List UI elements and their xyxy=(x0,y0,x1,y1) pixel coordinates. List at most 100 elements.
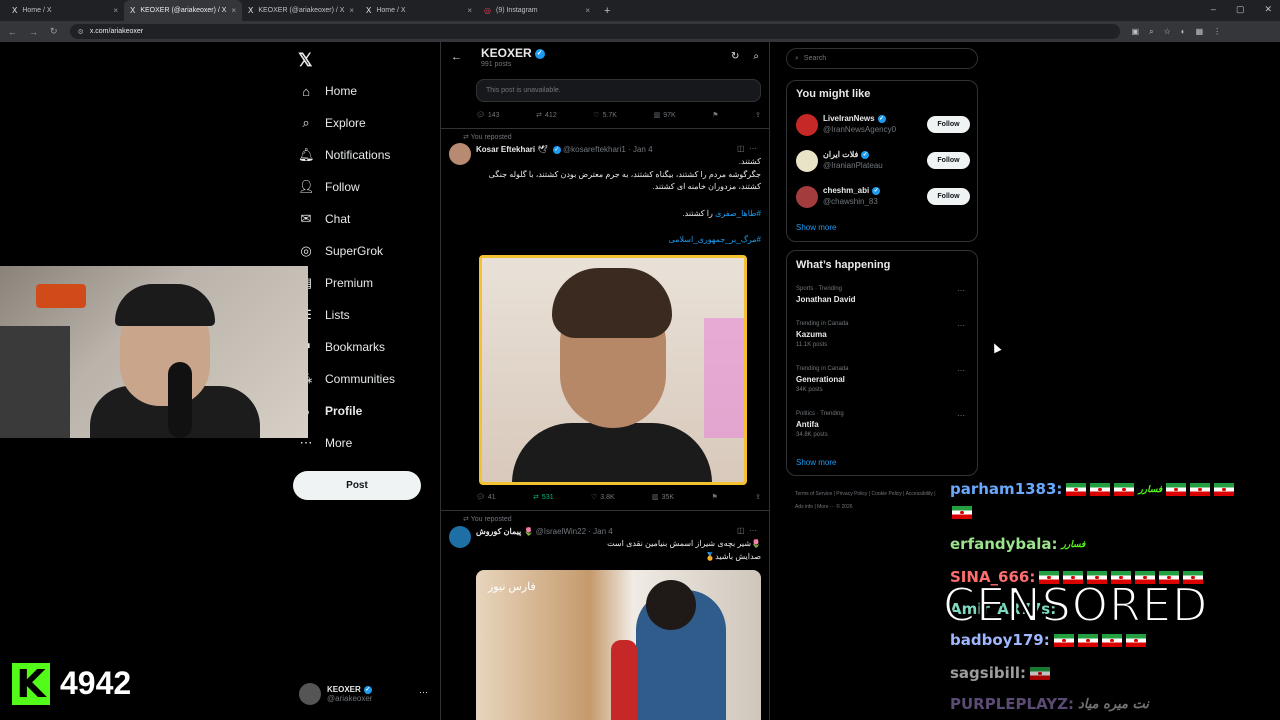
nav-notifications[interactable]: 🔔︎ Notifications xyxy=(298,141,390,169)
nav-chat[interactable]: ✉ Chat xyxy=(298,205,351,233)
trend-item[interactable]: Politics · Trending Antifa 34.8K posts ⋯ xyxy=(796,411,970,438)
bookmark-button[interactable]: ⚑ xyxy=(712,111,718,119)
follow-button[interactable]: Follow xyxy=(927,188,970,205)
tweet-date[interactable]: Jan 4 xyxy=(633,145,653,154)
nav-label: Bookmarks xyxy=(325,340,386,354)
trend-item[interactable]: Trending in Canada Kazuma 11.1K posts ⋯ xyxy=(796,321,970,348)
suggestion-name-row: cheshm_abi ✓ xyxy=(823,186,881,195)
nav-explore[interactable]: ⌕ Explore xyxy=(298,109,365,137)
back-arrow-icon[interactable]: ← xyxy=(8,27,17,37)
tweet-date[interactable]: Jan 4 xyxy=(593,527,613,536)
tab-close-icon[interactable]: × xyxy=(231,6,236,15)
grok-icon[interactable]: ◫ xyxy=(737,144,745,153)
nav-supergrok[interactable]: ◎ SuperGrok xyxy=(298,237,383,265)
reload-icon[interactable]: ↻ xyxy=(50,26,58,37)
trend-item[interactable]: Sports · Trending Jonathan David ⋯ xyxy=(796,286,970,304)
maximize-button[interactable]: ▢ xyxy=(1236,4,1245,15)
follow-suggestion[interactable]: cheshm_abi ✓ @chawshin_83 Follow xyxy=(796,184,970,210)
back-arrow-icon[interactable]: ← xyxy=(451,51,462,63)
hashtag-link[interactable]: #طاها_صفری xyxy=(715,209,761,218)
more-icon[interactable]: ⋯ xyxy=(749,144,757,153)
avatar[interactable] xyxy=(449,143,471,165)
tweet-image[interactable] xyxy=(479,255,747,485)
tab-close-icon[interactable]: × xyxy=(467,6,472,15)
share-button[interactable]: ⇪ xyxy=(755,111,761,119)
show-more-link[interactable]: Show more xyxy=(796,458,836,467)
extensions-puzzle-icon[interactable]: ▦ xyxy=(1196,27,1204,37)
trend-more-icon[interactable]: ⋯ xyxy=(957,286,965,295)
more-icon[interactable]: ⋯ xyxy=(749,526,757,535)
footer-links[interactable]: Terms of Service | Privacy Policy | Cook… xyxy=(795,488,945,514)
trend-more-icon[interactable]: ⋯ xyxy=(957,321,965,330)
instagram-favicon-icon: ◎ xyxy=(484,6,491,15)
extension-icon[interactable]: ◐ xyxy=(1181,27,1186,37)
x-logo-icon[interactable]: 𝕏 xyxy=(298,50,313,71)
chat-emote: فسارر xyxy=(1138,484,1163,495)
tab-close-icon[interactable]: × xyxy=(349,6,354,15)
heart-icon: ♡ xyxy=(593,112,600,119)
bookmark-star-icon[interactable]: ☆ xyxy=(1164,27,1171,37)
browser-tab[interactable]: X KEOXER (@ariakeoxer) / X × xyxy=(242,0,360,21)
close-window-button[interactable]: ✕ xyxy=(1264,4,1272,15)
author-name[interactable]: Kosar Eftekhari xyxy=(476,145,535,154)
share-button[interactable]: ⇪ xyxy=(755,493,761,501)
tweet-menu: ◫ ⋯ xyxy=(737,526,757,535)
new-tab-button[interactable]: + xyxy=(604,5,610,17)
tweet-image[interactable]: فارس نیوز xyxy=(476,570,761,720)
reply-button[interactable]: 💬︎ 41 xyxy=(476,493,496,502)
views-button[interactable]: ▥ 97K xyxy=(654,111,676,120)
like-button[interactable]: ♡ 3.8K xyxy=(591,493,615,502)
bookmark-button[interactable]: ⚑ xyxy=(711,493,717,501)
views-button[interactable]: ▥ 35K xyxy=(652,493,674,502)
grok-icon[interactable]: ◫ xyxy=(737,526,745,535)
avatar[interactable] xyxy=(449,526,471,548)
post-button[interactable]: Post xyxy=(293,471,421,500)
tweet-header: پیمان کوروش 🌷 @IsraelWin22 · Jan 4 xyxy=(476,527,613,536)
follow-suggestion[interactable]: فلات ایران ✓ @IranianPlateau Follow xyxy=(796,148,970,174)
browser-menu-icon[interactable]: ⋮ xyxy=(1213,27,1221,37)
site-info-icon[interactable]: ⚙ xyxy=(78,28,84,36)
follow-button[interactable]: Follow xyxy=(927,116,970,133)
account-switcher[interactable]: KEOXER ✓ @ariakeoxer ⋯ xyxy=(299,683,428,705)
trend-more-icon[interactable]: ⋯ xyxy=(957,411,965,420)
zoom-icon[interactable]: ⌕ xyxy=(1149,27,1153,37)
author-handle[interactable]: @kosareftekhari1 xyxy=(563,145,626,154)
refresh-icon[interactable]: ↻ xyxy=(731,51,739,62)
author-name[interactable]: پیمان کوروش xyxy=(476,527,521,536)
nav-home[interactable]: ⌂ Home xyxy=(298,77,357,105)
cast-icon[interactable]: ▣ xyxy=(1132,27,1140,37)
nav-bookmarks[interactable]: ⚑Bookmarks xyxy=(298,333,385,361)
nav-communities[interactable]: ⁂Communities xyxy=(298,365,396,393)
show-more-link[interactable]: Show more xyxy=(796,223,836,232)
trend-item[interactable]: Trending in Canada Generational 34K post… xyxy=(796,366,970,393)
trend-more-icon[interactable]: ⋯ xyxy=(957,366,965,375)
repost-button[interactable]: ⇄ 412 xyxy=(536,111,557,120)
browser-tab[interactable]: ◎ (9) Instagram × xyxy=(478,0,596,21)
browser-tab[interactable]: X Home / X × xyxy=(6,0,124,21)
nav-follow[interactable]: 👤︎ Follow xyxy=(298,173,360,201)
follow-suggestion[interactable]: LiveIranNews ✓ @IranNewsAgency0 Follow xyxy=(796,112,970,138)
search-input[interactable]: ⌕ Search xyxy=(786,48,978,69)
repost-button[interactable]: ⇄ 531 xyxy=(533,493,554,502)
url-input[interactable]: ⚙ x.com/ariakeoxer xyxy=(69,24,1120,39)
iran-flag-icon xyxy=(1077,634,1098,647)
nav-premium[interactable]: ▤Premium xyxy=(298,269,373,297)
views-count: 97K xyxy=(663,111,676,119)
address-bar-row: ← → ↻ ⚙ x.com/ariakeoxer ▣ ⌕ ☆ ◐ ▦ ⋮ xyxy=(0,21,1280,42)
account-more-icon[interactable]: ⋯ xyxy=(419,687,428,698)
forward-arrow-icon[interactable]: → xyxy=(29,27,38,37)
views-icon: ▥ xyxy=(652,494,659,501)
like-button[interactable]: ♡ 5.7K xyxy=(593,111,617,120)
browser-tab-active[interactable]: X KEOXER (@ariakeoxer) / X × xyxy=(124,0,242,21)
tab-close-icon[interactable]: × xyxy=(585,6,590,15)
hashtag-link[interactable]: #مرگ_بر_جمهوری_اسلامی xyxy=(669,235,761,244)
tab-close-icon[interactable]: × xyxy=(113,6,118,15)
author-handle[interactable]: @IsraelWin22 xyxy=(536,527,586,536)
browser-tab[interactable]: X Home / X × xyxy=(360,0,478,21)
repost-icon: ⇄ xyxy=(536,112,543,119)
bell-icon: 🔔︎ xyxy=(298,147,315,162)
reply-button[interactable]: 💬︎ 143 xyxy=(476,111,500,120)
search-icon[interactable]: ⌕ xyxy=(753,51,759,62)
follow-button[interactable]: Follow xyxy=(927,152,970,169)
minimize-button[interactable]: – xyxy=(1211,4,1216,15)
